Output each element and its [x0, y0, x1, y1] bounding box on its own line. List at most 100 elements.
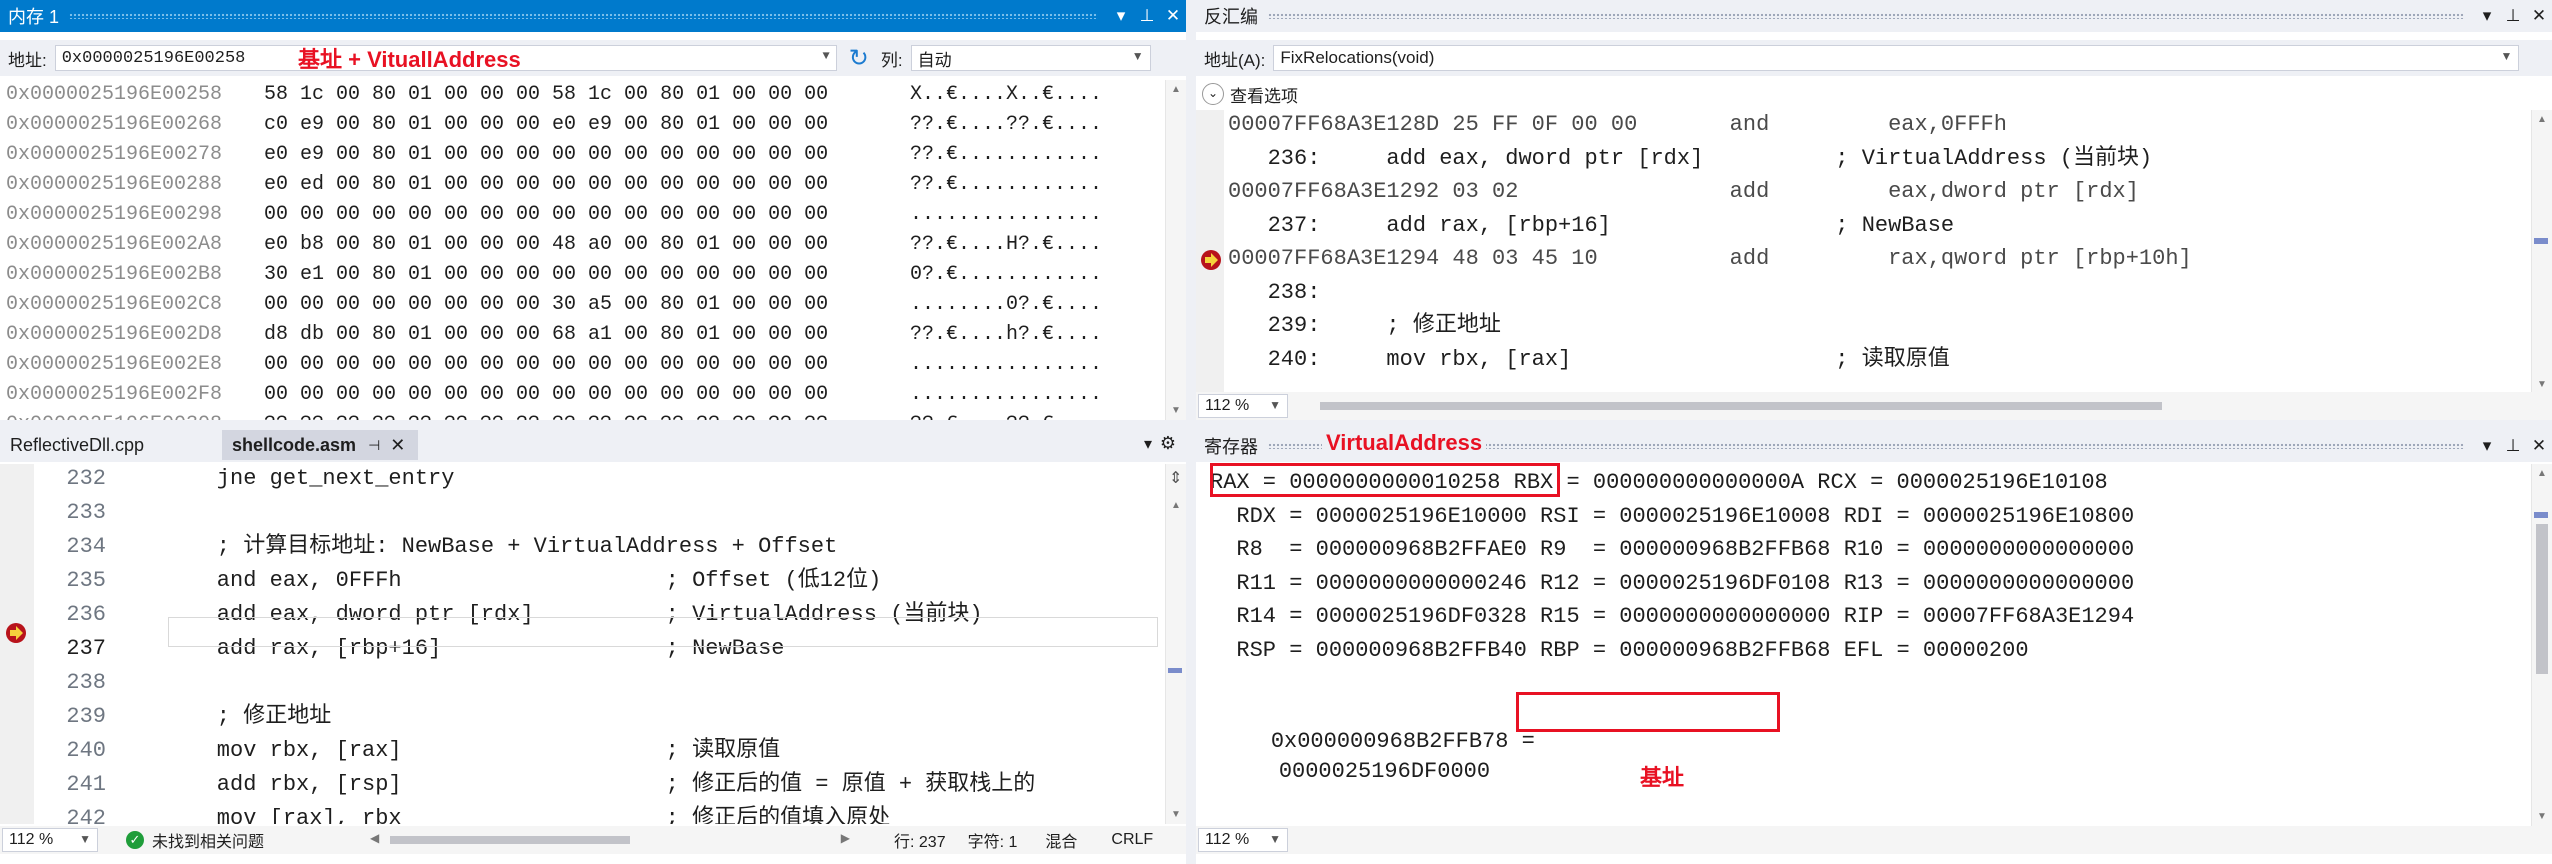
pin-icon[interactable]: ⊣	[368, 437, 380, 454]
code-text[interactable]: ; 计算目标地址: NewBase + VirtualAddress + Off…	[164, 534, 838, 559]
register-line[interactable]: R8 = 000000968B2FFAE0 R9 = 000000968B2FF…	[1210, 535, 2134, 565]
memory-row-bytes[interactable]: e0 ed 00 80 01 00 00 00 00 00 00 00 00 0…	[264, 170, 910, 200]
code-text[interactable]: ; 修正地址	[164, 704, 331, 729]
memory-row-bytes[interactable]: 00 00 00 00 00 00 00 00 00 00 00 00 00 0…	[264, 350, 910, 380]
code-line[interactable]: 232 jne get_next_entry	[34, 464, 454, 494]
memory-row-bytes[interactable]: e0 b8 00 80 01 00 00 00 48 a0 00 80 01 0…	[264, 230, 910, 260]
memory-row[interactable]: 0x0000025196E002A8 e0 b8 00 80 01 00 00 0…	[6, 230, 1102, 260]
scroll-down-icon[interactable]: ▼	[1171, 405, 1181, 416]
pin-icon[interactable]: ⊥	[2500, 6, 2526, 26]
memory-row-ascii[interactable]: ................	[910, 353, 1102, 376]
scroll-right-icon[interactable]: ▶	[841, 831, 850, 845]
scroll-up-icon[interactable]: ▲	[2537, 114, 2547, 125]
chevron-down-icon[interactable]: ▼	[1269, 832, 1281, 846]
memory-row[interactable]: 0x0000025196E002E8 00 00 00 00 00 00 00 0…	[6, 350, 1102, 380]
memory-row-ascii[interactable]: ................	[910, 383, 1102, 406]
disasm-source-line[interactable]: 238:	[1228, 278, 1321, 308]
memory-row-ascii[interactable]: ??.€............	[910, 143, 1102, 166]
code-line[interactable]: 239 ; 修正地址	[34, 702, 331, 732]
memory-scrollbar[interactable]: ▲ ▼	[1165, 80, 1186, 420]
split-icon[interactable]: ⇕	[1169, 468, 1182, 488]
memory-row[interactable]: 0x0000025196E002D8 d8 db 00 80 01 00 00 0…	[6, 320, 1102, 350]
chevron-down-icon[interactable]: ▼	[823, 49, 830, 63]
scroll-down-icon[interactable]: ▼	[1171, 809, 1181, 820]
chevron-down-icon[interactable]: ▼	[1269, 398, 1281, 412]
register-line[interactable]: R14 = 0000025196DF0328 R15 = 00000000000…	[1210, 602, 2134, 632]
memory-row-ascii[interactable]: ??.€....??.€....	[910, 113, 1102, 136]
chevron-down-icon[interactable]: ▼	[1132, 49, 1144, 63]
memory-row-ascii[interactable]: ??.€....??.€....	[910, 413, 1102, 420]
code-text[interactable]: jne get_next_entry	[164, 466, 455, 491]
register-line[interactable]: R11 = 0000000000000246 R12 = 0000025196D…	[1210, 569, 2134, 599]
close-icon[interactable]: ✕	[2526, 436, 2552, 456]
memory-row[interactable]: 0x0000025196E00298 00 00 00 00 00 00 00 0…	[6, 200, 1102, 230]
scroll-up-icon[interactable]: ▲	[1171, 500, 1181, 511]
disasm-instruction-line[interactable]: 00007FF68A3E128D 25 FF 0F 00 00 and eax,…	[1228, 110, 2007, 140]
memory-row-ascii[interactable]: ........0?.€....	[910, 293, 1102, 316]
code-text[interactable]: and eax, 0FFFh ; Offset (低12位)	[164, 568, 882, 593]
memory-row-bytes[interactable]: 00 00 00 00 00 00 00 00 30 a5 00 80 01 0…	[264, 290, 910, 320]
memory-row[interactable]: 0x0000025196E002B8 30 e1 00 80 01 00 00 0…	[6, 260, 1102, 290]
expand-icon[interactable]: ⌄	[1202, 83, 1224, 105]
memory-row[interactable]: 0x0000025196E00268 c0 e9 00 80 01 00 00 0…	[6, 110, 1102, 140]
memory-row[interactable]: 0x0000025196E00258 58 1c 00 80 01 00 00 0…	[6, 80, 1102, 110]
memory-row[interactable]: 0x0000025196E00278 e0 e9 00 80 01 00 00 0…	[6, 140, 1102, 170]
memory-row[interactable]: 0x0000025196E00288 e0 ed 00 80 01 00 00 0…	[6, 170, 1102, 200]
gear-icon[interactable]: ⚙	[1160, 433, 1176, 454]
register-line[interactable]: RSP = 000000968B2FFB40 RBP = 000000968B2…	[1210, 636, 2028, 666]
code-line[interactable]: 238	[34, 668, 164, 698]
vscroll-thumb[interactable]	[2536, 524, 2548, 674]
memory-row-ascii[interactable]: X..€....X..€....	[910, 83, 1102, 106]
code-line[interactable]: 234 ; 计算目标地址: NewBase + VirtualAddress +…	[34, 532, 837, 562]
memory-row[interactable]: 0x0000025196E002F8 00 00 00 00 00 00 00 0…	[6, 380, 1102, 410]
chevron-down-icon[interactable]: ▼	[79, 832, 91, 846]
column-select[interactable]: 自动 ▼	[910, 45, 1151, 71]
scroll-up-icon[interactable]: ▲	[2537, 468, 2547, 479]
close-icon[interactable]: ✕	[2526, 6, 2552, 26]
editor-scrollbar[interactable]: ⇕ ▲ ▼	[1165, 464, 1186, 824]
memory-row[interactable]: 0x0000025196E00308?? ?? ?? ?? ?? ?? ?? ?…	[6, 410, 1102, 420]
hscroll-thumb[interactable]	[390, 836, 631, 844]
disasm-source-line[interactable]: 239: ; 修正地址	[1228, 311, 1501, 341]
disasm-source-line[interactable]: 240: mov rbx, [rax] ; 读取原值	[1228, 345, 1950, 375]
memory-row-bytes[interactable]: c0 e9 00 80 01 00 00 00 e0 e9 00 80 01 0…	[264, 110, 910, 140]
memory-row-bytes[interactable]: 58 1c 00 80 01 00 00 00 58 1c 00 80 01 0…	[264, 80, 910, 110]
memory-row-bytes[interactable]: 00 00 00 00 00 00 00 00 00 00 00 00 00 0…	[264, 380, 910, 410]
disasm-hscroll[interactable]	[1298, 397, 2524, 415]
disasm-scrollbar[interactable]: ▲ ▼	[2531, 110, 2552, 394]
tab-shellcode[interactable]: shellcode.asm ⊣ ✕	[222, 430, 418, 460]
code-line[interactable]: 240 mov rbx, [rax] ; 读取原值	[34, 736, 780, 766]
disasm-instruction-line[interactable]: 00007FF68A3E1292 03 02 add eax,dword ptr…	[1228, 177, 2139, 207]
hscroll-thumb[interactable]	[1320, 402, 2162, 410]
chevron-down-icon[interactable]: ▼	[2501, 49, 2513, 63]
disasm-source-line[interactable]: 236: add eax, dword ptr [rdx] ; VirtualA…	[1228, 144, 2153, 174]
code-line[interactable]: 242 mov [rax], rbx ; 修正后的值填入原处	[34, 804, 890, 824]
register-line[interactable]: RDX = 0000025196E10000 RSI = 0000025196E…	[1210, 502, 2134, 532]
scroll-down-icon[interactable]: ▼	[2537, 379, 2547, 390]
pin-icon[interactable]: ⊥	[2500, 436, 2526, 456]
dropdown-icon[interactable]: ▾	[2474, 6, 2500, 26]
memory-row[interactable]: 0x0000025196E002C8 00 00 00 00 00 00 00 0…	[6, 290, 1102, 320]
eol-indicator[interactable]: CRLF	[1111, 831, 1153, 849]
close-icon[interactable]: ✕	[1160, 6, 1186, 26]
code-text[interactable]: mov [rax], rbx ; 修正后的值填入原处	[164, 806, 890, 824]
dropdown-icon[interactable]: ▾	[1144, 434, 1152, 454]
registers-scrollbar[interactable]: ▲ ▼	[2531, 464, 2552, 826]
dropdown-icon[interactable]: ▾	[2474, 436, 2500, 456]
disasm-instruction-line[interactable]: 00007FF68A3E1294 48 03 45 10 add rax,qwo…	[1228, 244, 2192, 274]
zoom-select[interactable]: 112 % ▼	[1198, 828, 1288, 852]
memory-row-ascii[interactable]: ................	[910, 203, 1102, 226]
tab-reflectivedll[interactable]: ReflectiveDll.cpp	[0, 430, 218, 460]
zoom-select[interactable]: 112 % ▼	[2, 828, 98, 852]
issues-status[interactable]: 未找到相关问题	[152, 828, 264, 852]
char-indicator[interactable]: 字符: 1	[968, 828, 1018, 852]
code-line[interactable]: 235 and eax, 0FFFh ; Offset (低12位)	[34, 566, 881, 596]
zoom-select[interactable]: 112 % ▼	[1198, 394, 1288, 418]
scroll-down-icon[interactable]: ▼	[2537, 811, 2547, 822]
code-text[interactable]: add rbx, [rsp] ; 修正后的值 = 原值 + 获取栈上的	[164, 772, 1036, 797]
refresh-icon[interactable]: ↻	[849, 44, 869, 73]
memory-row-bytes[interactable]: d8 db 00 80 01 00 00 00 68 a1 00 80 01 0…	[264, 320, 910, 350]
memory-row-ascii[interactable]: ??.€....H?.€....	[910, 233, 1102, 256]
mixed-indicator[interactable]: 混合	[1045, 828, 1077, 852]
disasm-code[interactable]: 00007FF68A3E128D 25 FF 0F 00 00 and eax,…	[1228, 110, 2518, 394]
